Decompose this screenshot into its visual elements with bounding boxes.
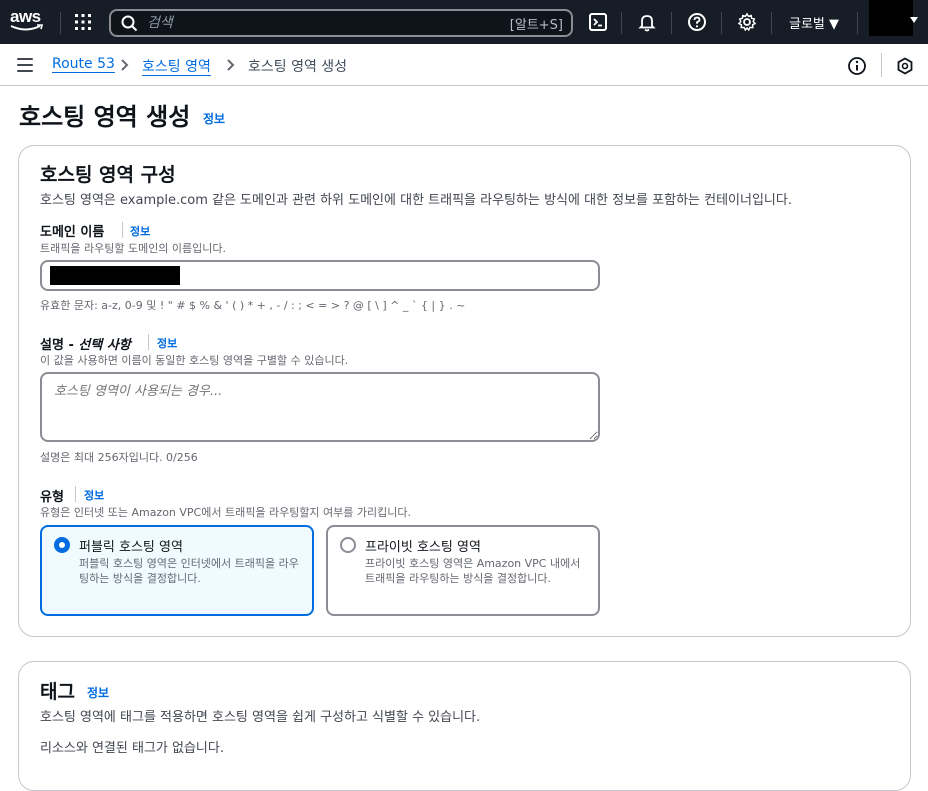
breadcrumb-hosted-zones[interactable]: 호스팅 영역	[142, 56, 211, 76]
nav-divider	[60, 12, 61, 34]
comment-constraint: 설명은 최대 256자입니다. 0/256	[40, 451, 198, 464]
private-radio[interactable]	[340, 537, 356, 553]
optional-label: 선택 사항	[78, 338, 131, 353]
aws-logo-text: aws	[10, 7, 41, 26]
type-description: 유형은 인터넷 또는 Amazon VPC에서 트래픽을 라우팅할지 여부를 가…	[40, 506, 412, 519]
nav-divider	[857, 12, 858, 34]
config-title: 호스팅 영역 구성	[40, 164, 176, 186]
tags-panel: 태그 정보 호스팅 영역에 태그를 적용하면 호스팅 영역을 쉽게 구성하고 식…	[18, 661, 911, 791]
chevron-right-icon	[121, 59, 129, 71]
hexagon-icon[interactable]	[895, 56, 915, 76]
tags-title: 태그	[40, 681, 75, 703]
private-hosted-zone-tile[interactable]: 프라이빗 호스팅 영역 프라이빗 호스팅 영역은 Amazon VPC 내에서 …	[326, 525, 600, 616]
domain-name-description: 트래픽을 라우팅할 도메인의 이름입니다.	[40, 242, 227, 255]
account-menu-redacted[interactable]	[869, 0, 913, 36]
cloudshell-icon[interactable]	[588, 12, 608, 32]
page-info-link[interactable]: 정보	[203, 110, 225, 127]
public-tile-description: 퍼블릭 호스팅 영역은 인터넷에서 트래픽을 라우팅하는 방식을 결정합니다.	[79, 557, 299, 585]
caret-down-icon[interactable]	[910, 17, 918, 23]
public-tile-title: 퍼블릭 호스팅 영역	[79, 540, 183, 555]
top-navigation: aws [알트+S]	[0, 0, 928, 44]
page-title: 호스팅 영역 생성	[19, 103, 191, 131]
search-icon	[121, 15, 138, 32]
private-tile-description: 프라이빗 호스팅 영역은 Amazon VPC 내에서 트래픽을 라우팅하는 방…	[365, 557, 581, 585]
label-divider	[122, 222, 123, 238]
divider	[881, 53, 882, 77]
chevron-right-icon	[227, 59, 235, 71]
comment-textarea[interactable]	[40, 372, 600, 442]
services-grid-icon[interactable]	[74, 13, 92, 31]
hosted-zone-config-panel: 호스팅 영역 구성 호스팅 영역은 example.com 같은 도메인과 관련…	[18, 145, 911, 637]
domain-constraint: 유효한 문자: a-z, 0-9 및 ! " # $ % & ' ( ) * +…	[40, 299, 466, 312]
help-icon[interactable]	[687, 12, 707, 32]
redacted-domain-value	[50, 266, 180, 285]
domain-name-label: 도메인 이름	[40, 225, 105, 240]
label-divider	[75, 486, 76, 502]
type-info-link[interactable]: 정보	[84, 487, 104, 503]
aws-logo[interactable]: aws	[10, 8, 46, 36]
public-hosted-zone-tile[interactable]: 퍼블릭 호스팅 영역 퍼블릭 호스팅 영역은 인터넷에서 트래픽을 라우팅하는 …	[40, 525, 314, 616]
breadcrumb-bar: Route 53 호스팅 영역 호스팅 영역 생성	[0, 44, 928, 86]
nav-divider	[771, 12, 772, 34]
nav-divider	[671, 12, 672, 34]
search-shortcut-hint: [알트+S]	[509, 18, 563, 33]
type-label: 유형	[40, 490, 64, 505]
comment-description: 이 값을 사용하면 이름이 동일한 호스팅 영역을 구별할 수 있습니다.	[40, 354, 349, 367]
tags-info-link[interactable]: 정보	[87, 684, 109, 701]
private-tile-title: 프라이빗 호스팅 영역	[365, 540, 481, 555]
gear-icon[interactable]	[737, 12, 757, 32]
info-panel-icon[interactable]	[847, 56, 867, 76]
comment-info-link[interactable]: 정보	[157, 335, 177, 351]
bell-icon[interactable]	[637, 12, 657, 32]
region-selector[interactable]: 글로벌 ▼	[789, 13, 839, 32]
domain-info-link[interactable]: 정보	[130, 223, 150, 239]
config-description: 호스팅 영역은 example.com 같은 도메인과 관련 하위 도메인에 대…	[40, 193, 792, 208]
menu-icon[interactable]	[17, 58, 33, 72]
nav-divider	[721, 12, 722, 34]
public-radio[interactable]	[54, 537, 70, 553]
breadcrumb-current: 호스팅 영역 생성	[248, 59, 348, 75]
comment-label-text: 설명 -	[40, 338, 79, 353]
label-divider	[148, 334, 149, 350]
search-input[interactable]	[147, 14, 487, 32]
tags-empty-message: 리소스와 연결된 태그가 없습니다.	[40, 741, 224, 756]
search-box[interactable]: [알트+S]	[109, 9, 573, 37]
comment-label: 설명 - 선택 사항	[40, 334, 131, 353]
nav-divider	[621, 12, 622, 34]
domain-name-input[interactable]	[40, 260, 600, 291]
breadcrumb-route53[interactable]: Route 53	[52, 56, 115, 72]
tags-description: 호스팅 영역에 태그를 적용하면 호스팅 영역을 쉽게 구성하고 식별할 수 있…	[40, 710, 481, 725]
